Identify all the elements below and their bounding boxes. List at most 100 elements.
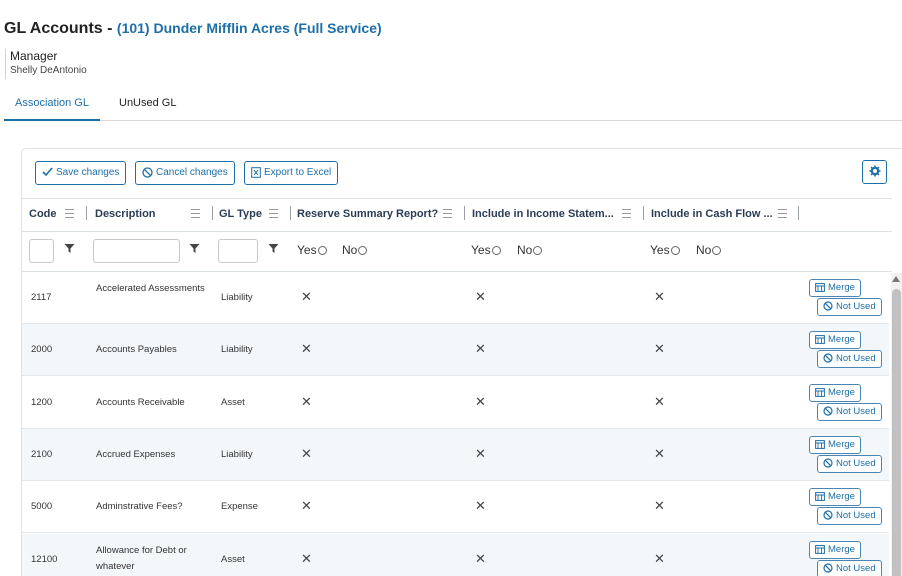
export-excel-button[interactable]: Export to Excel <box>244 161 339 185</box>
table-row[interactable]: 2100 Accrued Expenses Liability ✕ ✕ ✕ Merge Not… <box>22 429 889 481</box>
column-header-income-statement[interactable]: Include in Income Statem... <box>472 198 614 231</box>
merge-icon <box>815 492 825 501</box>
filter-icon[interactable] <box>268 243 279 254</box>
page-title-text: GL Accounts - <box>4 20 113 37</box>
column-menu-icon[interactable] <box>443 209 452 218</box>
not-used-button[interactable]: Not Used <box>817 350 882 368</box>
cashflow-status-icon: ✕ <box>654 446 665 461</box>
cashflow-status-icon: ✕ <box>654 289 665 304</box>
income-status-icon: ✕ <box>475 289 486 304</box>
table-row[interactable]: 1200 Accounts Receivable Asset ✕ ✕ ✕ Merge Not … <box>22 377 889 429</box>
cashflow-status-icon: ✕ <box>654 394 665 409</box>
column-menu-icon[interactable] <box>65 209 74 218</box>
save-changes-label: Save changes <box>56 167 120 178</box>
no-label: No <box>342 243 358 257</box>
reserve-yes-radio[interactable]: Yes <box>297 243 327 257</box>
column-menu-icon[interactable] <box>191 209 200 218</box>
table-row[interactable]: 2000 Accounts Payables Liability ✕ ✕ ✕ Merge No… <box>22 324 889 376</box>
not-used-label: Not Used <box>836 406 876 417</box>
not-used-button[interactable]: Not Used <box>817 560 882 576</box>
merge-button[interactable]: Merge <box>809 436 861 454</box>
filter-icon[interactable] <box>189 243 200 254</box>
cancel-changes-label: Cancel changes <box>156 167 228 178</box>
table-row[interactable]: 12100 Allowance for Debt or whatever Asset… <box>22 534 889 576</box>
column-separator <box>798 206 799 220</box>
radio-circle[interactable] <box>317 246 327 255</box>
not-used-label: Not Used <box>836 563 876 574</box>
merge-label: Merge <box>828 387 855 398</box>
column-header-cash-flow[interactable]: Include in Cash Flow ... <box>651 198 773 231</box>
radio-circle[interactable] <box>533 246 543 255</box>
merge-icon <box>815 388 825 397</box>
income-yes-radio[interactable]: Yes <box>471 243 501 257</box>
not-used-label: Not Used <box>836 353 876 364</box>
description-filter-input[interactable] <box>93 239 180 263</box>
table-row[interactable]: 5000 Adminstrative Fees? Expense ✕ ✕ ✕ Merge No… <box>22 481 889 533</box>
column-separator <box>643 206 644 220</box>
cell-description: Accounts Payables <box>96 344 177 355</box>
vertical-scrollbar[interactable] <box>891 273 902 576</box>
column-separator <box>86 206 87 220</box>
manager-info: Manager Shelly DeAntonio <box>5 49 87 79</box>
cashflow-status-icon: ✕ <box>654 498 665 513</box>
merge-button[interactable]: Merge <box>809 541 861 559</box>
merge-button[interactable]: Merge <box>809 384 861 402</box>
settings-button[interactable] <box>862 160 887 184</box>
tab-unused-gl[interactable]: UnUsed GL <box>108 91 187 121</box>
merge-label: Merge <box>828 544 855 555</box>
cell-gl-type: Liability <box>221 292 253 303</box>
not-used-button[interactable]: Not Used <box>817 455 882 473</box>
cell-gl-type: Liability <box>221 344 253 355</box>
scroll-thumb[interactable] <box>892 289 901 576</box>
merge-button[interactable]: Merge <box>809 331 861 349</box>
cell-code: 5000 <box>31 501 53 512</box>
cashflow-status-icon: ✕ <box>654 341 665 356</box>
reserve-status-icon: ✕ <box>301 498 312 513</box>
not-used-button[interactable]: Not Used <box>817 298 882 316</box>
reserve-no-radio[interactable]: No <box>342 243 368 257</box>
column-header-reserve-summary[interactable]: Reserve Summary Report? <box>297 198 438 231</box>
yes-label: Yes <box>471 243 491 257</box>
page-title: GL Accounts - (101) Dunder Mifflin Acres… <box>4 20 382 38</box>
merge-button[interactable]: Merge <box>809 279 861 297</box>
tab-association-gl[interactable]: Association GL <box>4 91 100 121</box>
table-row[interactable]: 2117 Accelerated Assessments Liability ✕ ✕ ✕ M… <box>22 272 889 324</box>
code-filter-input[interactable] <box>29 239 54 263</box>
radio-circle[interactable] <box>670 246 680 255</box>
header-bottom-border <box>22 231 892 232</box>
reserve-status-icon: ✕ <box>301 341 312 356</box>
filter-icon[interactable] <box>64 243 75 254</box>
column-header-gl-type[interactable]: GL Type <box>219 198 262 231</box>
ban-icon <box>823 510 833 520</box>
cell-description: Accounts Receivable <box>96 397 185 408</box>
income-no-radio[interactable]: No <box>517 243 543 257</box>
ban-icon <box>823 301 833 311</box>
column-menu-icon[interactable] <box>269 209 278 218</box>
scroll-up-arrow-icon[interactable] <box>892 276 900 282</box>
cancel-changes-button[interactable]: Cancel changes <box>135 161 235 185</box>
column-header-code[interactable]: Code <box>29 198 57 231</box>
column-header-description[interactable]: Description <box>95 198 156 231</box>
not-used-button[interactable]: Not Used <box>817 403 882 421</box>
gl-type-filter-input[interactable] <box>218 239 258 263</box>
no-label: No <box>517 243 533 257</box>
cell-description: Allowance for Debt or whatever <box>96 545 187 572</box>
save-changes-button[interactable]: Save changes <box>35 161 127 185</box>
cashflow-yes-radio[interactable]: Yes <box>650 243 680 257</box>
check-icon <box>42 167 53 177</box>
property-name[interactable]: (101) Dunder Mifflin Acres (Full Service… <box>117 20 382 36</box>
ban-icon <box>823 458 833 468</box>
radio-circle[interactable] <box>712 246 722 255</box>
cell-gl-type: Expense <box>221 501 258 512</box>
not-used-button[interactable]: Not Used <box>817 507 882 525</box>
cashflow-no-radio[interactable]: No <box>696 243 722 257</box>
column-menu-icon[interactable] <box>622 209 631 218</box>
radio-circle[interactable] <box>358 246 368 255</box>
radio-circle[interactable] <box>491 246 501 255</box>
cell-gl-type: Asset <box>221 397 245 408</box>
cell-code: 12100 <box>31 554 58 565</box>
column-menu-icon[interactable] <box>778 209 787 218</box>
income-status-icon: ✕ <box>475 551 486 566</box>
merge-button[interactable]: Merge <box>809 488 861 506</box>
merge-icon <box>815 283 825 292</box>
